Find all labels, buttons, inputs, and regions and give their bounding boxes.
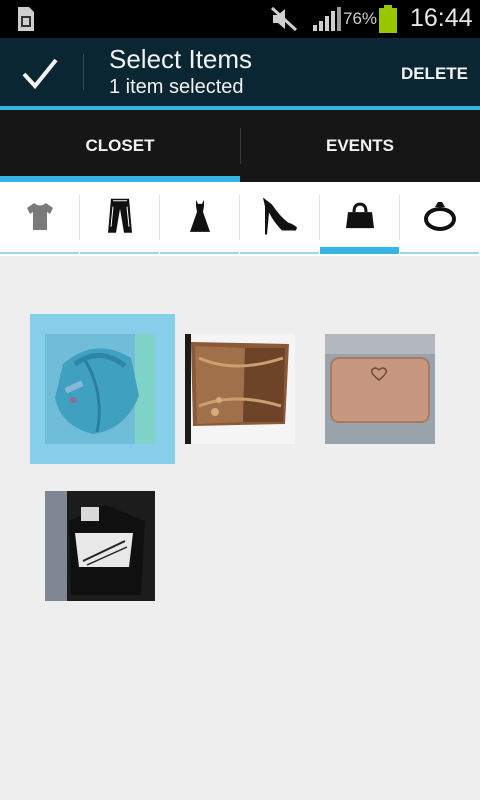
category-bar <box>0 182 480 256</box>
item-tile-backpack[interactable] <box>45 334 155 444</box>
category-dresses[interactable] <box>160 182 240 254</box>
item-tile-black-bag[interactable] <box>45 491 155 601</box>
clock: 16:44 <box>410 4 473 32</box>
signal-icon <box>313 7 341 31</box>
item-tile-bucket-bag[interactable] <box>185 334 295 444</box>
category-tops[interactable] <box>0 182 80 254</box>
done-button[interactable] <box>0 38 80 106</box>
dress-icon <box>189 199 210 232</box>
category-pants[interactable] <box>80 182 160 254</box>
battery-icon <box>379 5 397 33</box>
item-thumbnail <box>185 334 295 444</box>
category-bags[interactable] <box>320 182 400 254</box>
page-title: Select Items <box>109 44 253 74</box>
sim-card-icon <box>18 7 34 31</box>
check-icon <box>22 58 58 90</box>
mute-icon <box>270 6 298 32</box>
handbag-icon <box>345 202 374 229</box>
selection-count: 1 item selected <box>109 76 244 98</box>
category-shoes[interactable] <box>240 182 320 254</box>
item-thumbnail <box>325 334 435 444</box>
pants-icon <box>107 198 132 233</box>
tab-events[interactable]: EVENTS <box>240 110 480 182</box>
item-thumbnail <box>45 334 155 444</box>
ring-icon <box>423 201 456 231</box>
divider <box>83 54 84 90</box>
battery-percent: 76% <box>343 9 378 28</box>
item-tile-wallet[interactable] <box>325 334 435 444</box>
item-thumbnail <box>45 491 155 601</box>
action-bar: Select Items 1 item selected DELETE <box>0 38 480 110</box>
category-accessories[interactable] <box>400 182 479 254</box>
tab-closet[interactable]: CLOSET <box>0 110 240 182</box>
delete-button[interactable]: DELETE <box>401 64 468 84</box>
high-heel-icon <box>262 197 297 235</box>
tab-bar: CLOSET EVENTS <box>0 110 480 182</box>
tshirt-icon <box>26 202 53 230</box>
status-bar: 76% 16:44 <box>0 0 480 38</box>
